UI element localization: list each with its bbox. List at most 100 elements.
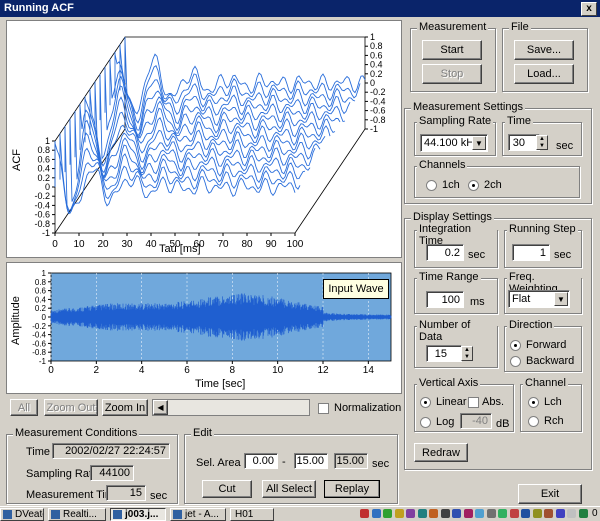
wave-y-tick-label: -1: [39, 357, 47, 366]
wave-plot-panel: 0 2 4 6 8 10 12 14 1 0.8 0.6 0.4 0.2 0 -0.2 -0.4 -0.6 -0.…: [6, 262, 402, 394]
direction-label: Direction: [507, 319, 555, 331]
stop-button[interactable]: Stop: [422, 64, 482, 84]
taskbar-item[interactable]: DVeate...: [0, 508, 44, 521]
window-title: Running ACF: [4, 2, 74, 14]
sel-dash: -: [282, 456, 286, 468]
sel-area-label: Sel. Area: [196, 457, 241, 469]
acf-curve: [89, 91, 331, 174]
ch2-radio[interactable]: [468, 180, 479, 191]
zoom-in-button[interactable]: Zoom In: [102, 399, 148, 416]
close-button[interactable]: x: [581, 2, 597, 16]
sel-start-field[interactable]: 0.00: [244, 453, 278, 469]
sel-end-field[interactable]: 15.00: [294, 453, 328, 469]
ch1-radio[interactable]: [426, 180, 437, 191]
exit-button[interactable]: Exit: [518, 484, 582, 504]
sel-length-value: 15.00: [334, 453, 368, 469]
taskbar-item-active[interactable]: j003.j...: [110, 508, 166, 521]
mc-sampling-rate-label: Sampling Rate: [26, 468, 99, 480]
tray-icon[interactable]: [555, 509, 565, 518]
tray-icon[interactable]: [394, 509, 404, 518]
normalization-checkbox[interactable]: [318, 403, 329, 414]
tray-icon[interactable]: [475, 509, 484, 518]
start-button[interactable]: Start: [422, 40, 482, 60]
wave-y-tick-label: -0.4: [32, 331, 46, 340]
number-of-data-input[interactable]: 15: [426, 345, 462, 362]
tray-icon[interactable]: [452, 509, 461, 518]
tray-icon[interactable]: [383, 509, 392, 518]
abs-checkbox[interactable]: [468, 397, 479, 408]
app-icon: [3, 510, 12, 519]
taskbar-item[interactable]: H01: [230, 508, 274, 521]
taskbar: DVeate... Realti... j003.j... jet - A...…: [0, 506, 600, 521]
wave-y-tick-label: 1: [42, 269, 47, 278]
channel-label: Channel: [523, 377, 568, 389]
wave-x-tick-label: 12: [317, 365, 329, 376]
all-select-button[interactable]: All Select: [262, 480, 316, 498]
acf-x-tick-label: 10: [73, 239, 85, 250]
linear-radio[interactable]: [420, 397, 431, 408]
tray-icon[interactable]: [429, 509, 438, 518]
wave-scrollbar[interactable]: ◀: [152, 399, 310, 416]
title-bar: Running ACF x: [0, 0, 600, 17]
tray-icon[interactable]: [463, 509, 473, 518]
tray-icon[interactable]: [371, 509, 381, 518]
tray-icon[interactable]: [521, 509, 530, 518]
tray-icon[interactable]: [406, 509, 415, 518]
tray-icon[interactable]: [578, 509, 588, 518]
time-spinner[interactable]: ▲ ▼: [536, 135, 548, 150]
acf-x-tick-label: 100: [287, 239, 304, 250]
sampling-rate-select[interactable]: 44.100 kHz ▼: [420, 134, 488, 152]
measurement-conditions-title: Measurement Conditions: [13, 427, 140, 439]
tray-icon[interactable]: [498, 509, 507, 518]
backward-label: Backward: [526, 355, 575, 367]
taskbar-item[interactable]: jet - A...: [170, 508, 226, 521]
tray-icon[interactable]: [567, 509, 576, 518]
acf-x-axis-label: Tau [ms]: [159, 243, 201, 255]
log-radio[interactable]: [420, 417, 431, 428]
tray-icon[interactable]: [486, 509, 496, 518]
wave-y-tick-label: -0.6: [32, 339, 46, 348]
lch-radio[interactable]: [528, 397, 539, 408]
tray-icon[interactable]: [440, 509, 450, 518]
acf-right-tick-label: -1: [370, 124, 378, 134]
taskbar-item[interactable]: Realti...: [48, 508, 106, 521]
mc-time-label: Time: [26, 446, 51, 458]
zoom-all-button[interactable]: All: [10, 399, 38, 416]
redraw-button[interactable]: Redraw: [414, 443, 468, 462]
scroll-left-arrow[interactable]: ◀: [153, 400, 168, 415]
lch-label: Lch: [544, 396, 562, 408]
wave-x-tick-label: 4: [139, 365, 145, 376]
tray-icon[interactable]: [544, 509, 553, 518]
wave-x-tick-label: 2: [94, 365, 100, 376]
edit-title: Edit: [191, 427, 214, 439]
tray-icon[interactable]: [417, 509, 427, 518]
log-db-value: -40: [460, 413, 492, 429]
ch2-label: 2ch: [484, 179, 502, 191]
chevron-down-icon[interactable]: ▼: [472, 136, 486, 150]
tray-icon[interactable]: [360, 509, 369, 518]
acf-depth-edge: [294, 128, 366, 234]
tray-icon[interactable]: [509, 509, 519, 518]
wave-x-tick-label: 6: [184, 365, 190, 376]
rch-radio[interactable]: [528, 416, 539, 427]
backward-radio[interactable]: [510, 356, 521, 367]
save-button[interactable]: Save...: [514, 40, 574, 60]
zoom-out-button[interactable]: Zoom Out: [44, 399, 98, 416]
time-range-label: Time Range: [417, 271, 481, 283]
sel-unit: sec: [372, 458, 390, 470]
acf-curves: [54, 37, 366, 215]
time-range-input[interactable]: 100: [426, 291, 464, 308]
cut-button[interactable]: Cut: [202, 480, 252, 498]
log-label: Log: [436, 416, 455, 428]
freq-weighting-select[interactable]: Flat ▼: [508, 290, 570, 308]
replay-button[interactable]: Replay: [324, 480, 380, 498]
acf-x-tick-label: 40: [145, 239, 157, 250]
load-button[interactable]: Load...: [514, 64, 574, 84]
number-of-data-spinner[interactable]: ▲ ▼: [461, 346, 473, 361]
tray-icon[interactable]: [532, 509, 542, 518]
integration-time-input[interactable]: 0.2: [426, 244, 464, 261]
file-title: File: [509, 21, 531, 33]
running-step-input[interactable]: 1: [512, 244, 550, 261]
chevron-down-icon[interactable]: ▼: [554, 292, 568, 306]
forward-radio[interactable]: [510, 340, 521, 351]
